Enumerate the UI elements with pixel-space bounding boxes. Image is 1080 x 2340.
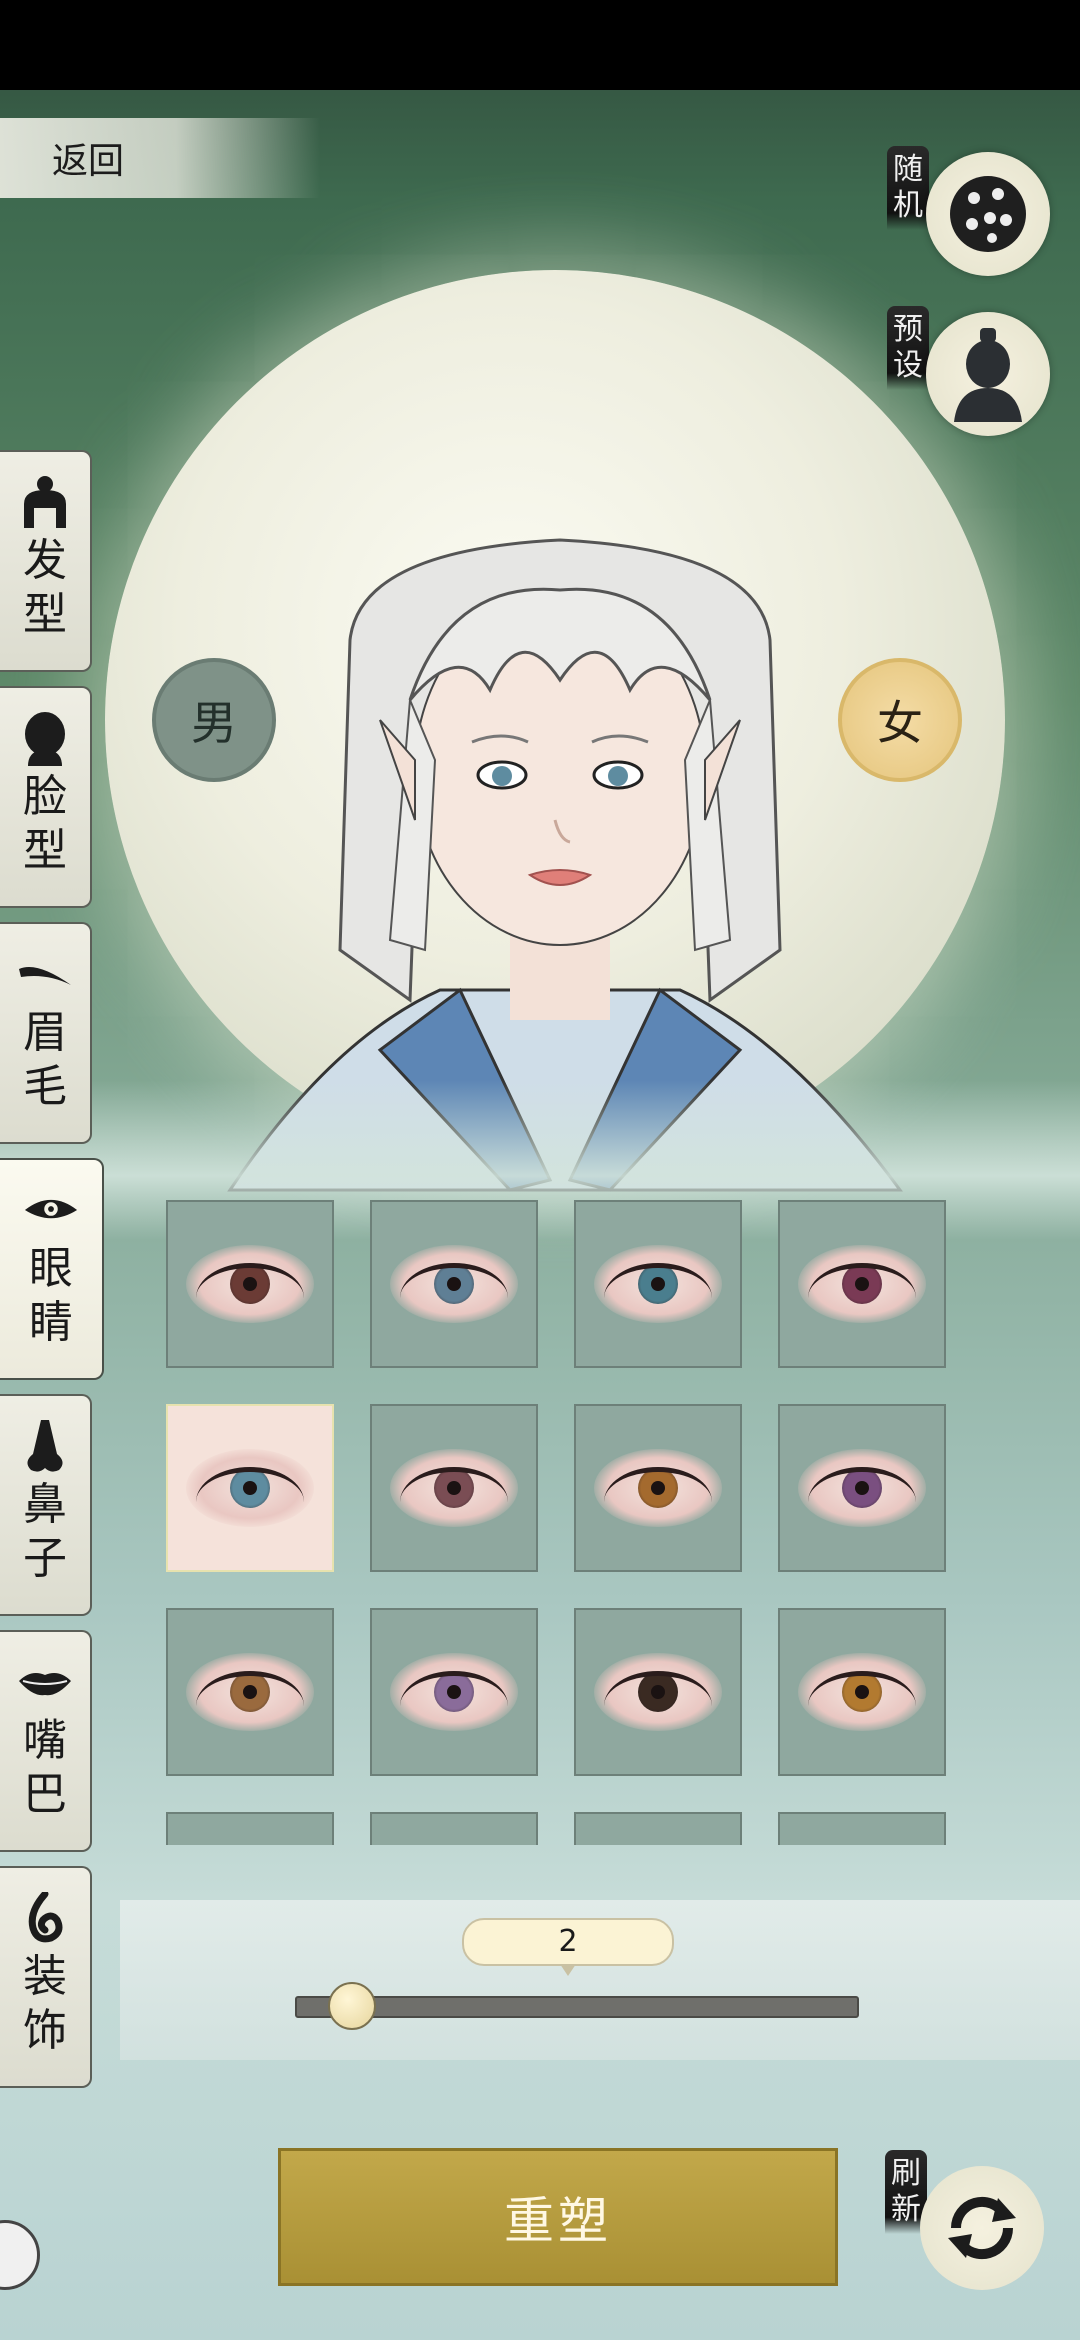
hair-bun-icon — [17, 474, 73, 530]
status-bar — [0, 0, 1080, 90]
eye-option[interactable] — [778, 1404, 946, 1572]
eyebrow-icon — [17, 946, 73, 1002]
eye-option[interactable] — [574, 1812, 742, 1845]
eye-swatch — [798, 1245, 926, 1323]
eye-swatch — [390, 1653, 518, 1731]
tab-label: 鼻子 — [23, 1479, 67, 1584]
tab-label: 嘴巴 — [23, 1715, 67, 1820]
preset-label: 预设 — [887, 306, 929, 390]
eye-option[interactable] — [574, 1200, 742, 1368]
eye-swatch — [594, 1245, 722, 1323]
refresh-label-text: 刷新 — [891, 2156, 921, 2227]
eye-swatch — [390, 1245, 518, 1323]
random-button[interactable] — [926, 152, 1050, 276]
tab-eyes[interactable]: 眼睛 — [0, 1158, 104, 1380]
eye-option[interactable] — [778, 1608, 946, 1776]
tab-label: 眉毛 — [23, 1007, 67, 1112]
dice-icon — [950, 176, 1026, 252]
eye-icon — [23, 1182, 79, 1238]
ornament-icon — [17, 1890, 73, 1946]
eye-swatch — [186, 1653, 314, 1731]
slider-value: 2 — [558, 1924, 578, 1959]
random-label: 随机 — [887, 146, 929, 230]
tab-label: 眼睛 — [29, 1243, 73, 1348]
eye-option[interactable] — [574, 1404, 742, 1572]
eye-swatch — [798, 1449, 926, 1527]
slider-track[interactable] — [295, 1996, 859, 2018]
eye-option[interactable] — [370, 1608, 538, 1776]
female-label: 女 — [877, 696, 923, 750]
back-button[interactable]: 返回 — [0, 118, 320, 198]
tab-label: 发型 — [23, 535, 67, 640]
slider-value-bubble: 2 — [462, 1918, 674, 1976]
tab-face-shape[interactable]: 脸型 — [0, 686, 92, 908]
eye-option[interactable] — [370, 1404, 538, 1572]
preset-button[interactable] — [926, 312, 1050, 436]
preset-label-text: 预设 — [893, 312, 923, 383]
eye-options-grid — [166, 1200, 952, 1845]
eye-option[interactable] — [166, 1404, 334, 1572]
lips-icon — [17, 1654, 73, 1710]
floating-edge-button[interactable] — [0, 2220, 40, 2290]
reshape-label: 重塑 — [504, 2192, 612, 2250]
eye-option[interactable] — [166, 1812, 334, 1845]
female-button[interactable]: 女 — [838, 658, 962, 782]
eye-option[interactable] — [166, 1200, 334, 1368]
eye-option[interactable] — [370, 1200, 538, 1368]
tab-mouth[interactable]: 嘴巴 — [0, 1630, 92, 1852]
tab-eyebrows[interactable]: 眉毛 — [0, 922, 92, 1144]
reshape-button[interactable]: 重塑 — [278, 2148, 838, 2286]
eye-swatch — [390, 1449, 518, 1527]
eye-swatch — [186, 1245, 314, 1323]
tab-label: 脸型 — [23, 771, 67, 876]
tab-nose[interactable]: 鼻子 — [0, 1394, 92, 1616]
random-label-text: 随机 — [893, 152, 923, 223]
nose-icon — [17, 1418, 73, 1474]
eye-swatch — [594, 1449, 722, 1527]
tab-accessories[interactable]: 装饰 — [0, 1866, 92, 2088]
character-bust-icon — [954, 328, 1022, 422]
back-label: 返回 — [52, 141, 125, 182]
eye-swatch — [186, 1449, 314, 1527]
tab-label: 装饰 — [23, 1951, 67, 2056]
eye-option[interactable] — [370, 1812, 538, 1845]
male-label: 男 — [191, 696, 237, 750]
eye-option[interactable] — [574, 1608, 742, 1776]
slider-thumb[interactable] — [328, 1982, 377, 2030]
eye-swatch — [798, 1653, 926, 1731]
face-silhouette-icon — [17, 710, 73, 766]
eye-option[interactable] — [166, 1608, 334, 1776]
male-button[interactable]: 男 — [152, 658, 276, 782]
eye-option[interactable] — [778, 1200, 946, 1368]
tab-hairstyle[interactable]: 发型 — [0, 450, 92, 672]
eye-option[interactable] — [778, 1812, 946, 1845]
refresh-button[interactable] — [920, 2166, 1044, 2290]
refresh-icon — [948, 2196, 1016, 2260]
eye-swatch — [594, 1653, 722, 1731]
